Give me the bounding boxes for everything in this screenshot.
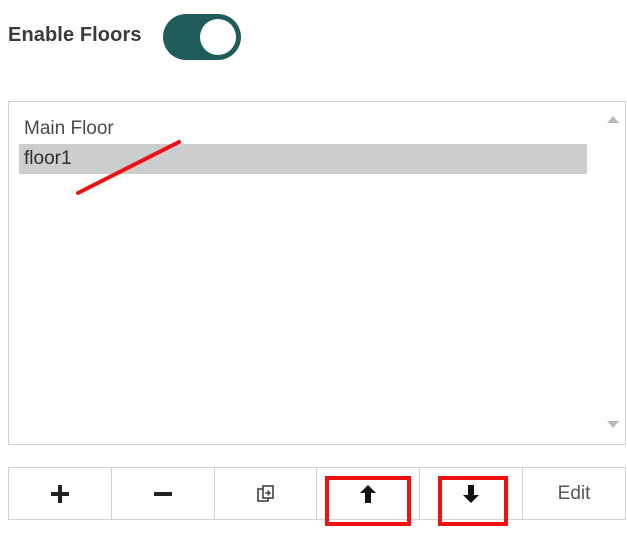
scroll-up-arrow-icon[interactable] <box>607 116 619 123</box>
move-down-button[interactable] <box>420 468 524 526</box>
floors-toolbar: Edit <box>8 467 626 526</box>
floors-settings-panel: Enable Floors Main Floor floor1 Edit <box>0 0 627 542</box>
duplicate-floor-button[interactable] <box>215 468 318 519</box>
minus-icon <box>153 491 172 496</box>
list-scrollbar[interactable] <box>601 102 625 444</box>
list-item-floor1[interactable]: floor1 <box>19 144 587 174</box>
floors-list-items: Main Floor floor1 <box>19 114 587 174</box>
add-floor-button[interactable] <box>9 468 112 519</box>
remove-floor-button[interactable] <box>112 468 215 519</box>
floors-list[interactable]: Main Floor floor1 <box>8 101 626 445</box>
plus-icon <box>50 484 69 503</box>
move-up-button[interactable] <box>317 468 421 526</box>
toggle-knob <box>200 19 236 55</box>
scroll-down-arrow-icon[interactable] <box>607 421 619 428</box>
copy-icon <box>256 484 274 502</box>
arrow-down-icon <box>463 484 480 503</box>
edit-floor-button[interactable]: Edit <box>523 468 625 519</box>
arrow-up-icon <box>360 484 377 503</box>
edit-button-label: Edit <box>557 482 591 504</box>
enable-floors-label: Enable Floors <box>8 24 142 46</box>
enable-floors-toggle[interactable] <box>163 14 241 60</box>
list-item-main-floor[interactable]: Main Floor <box>19 114 587 144</box>
